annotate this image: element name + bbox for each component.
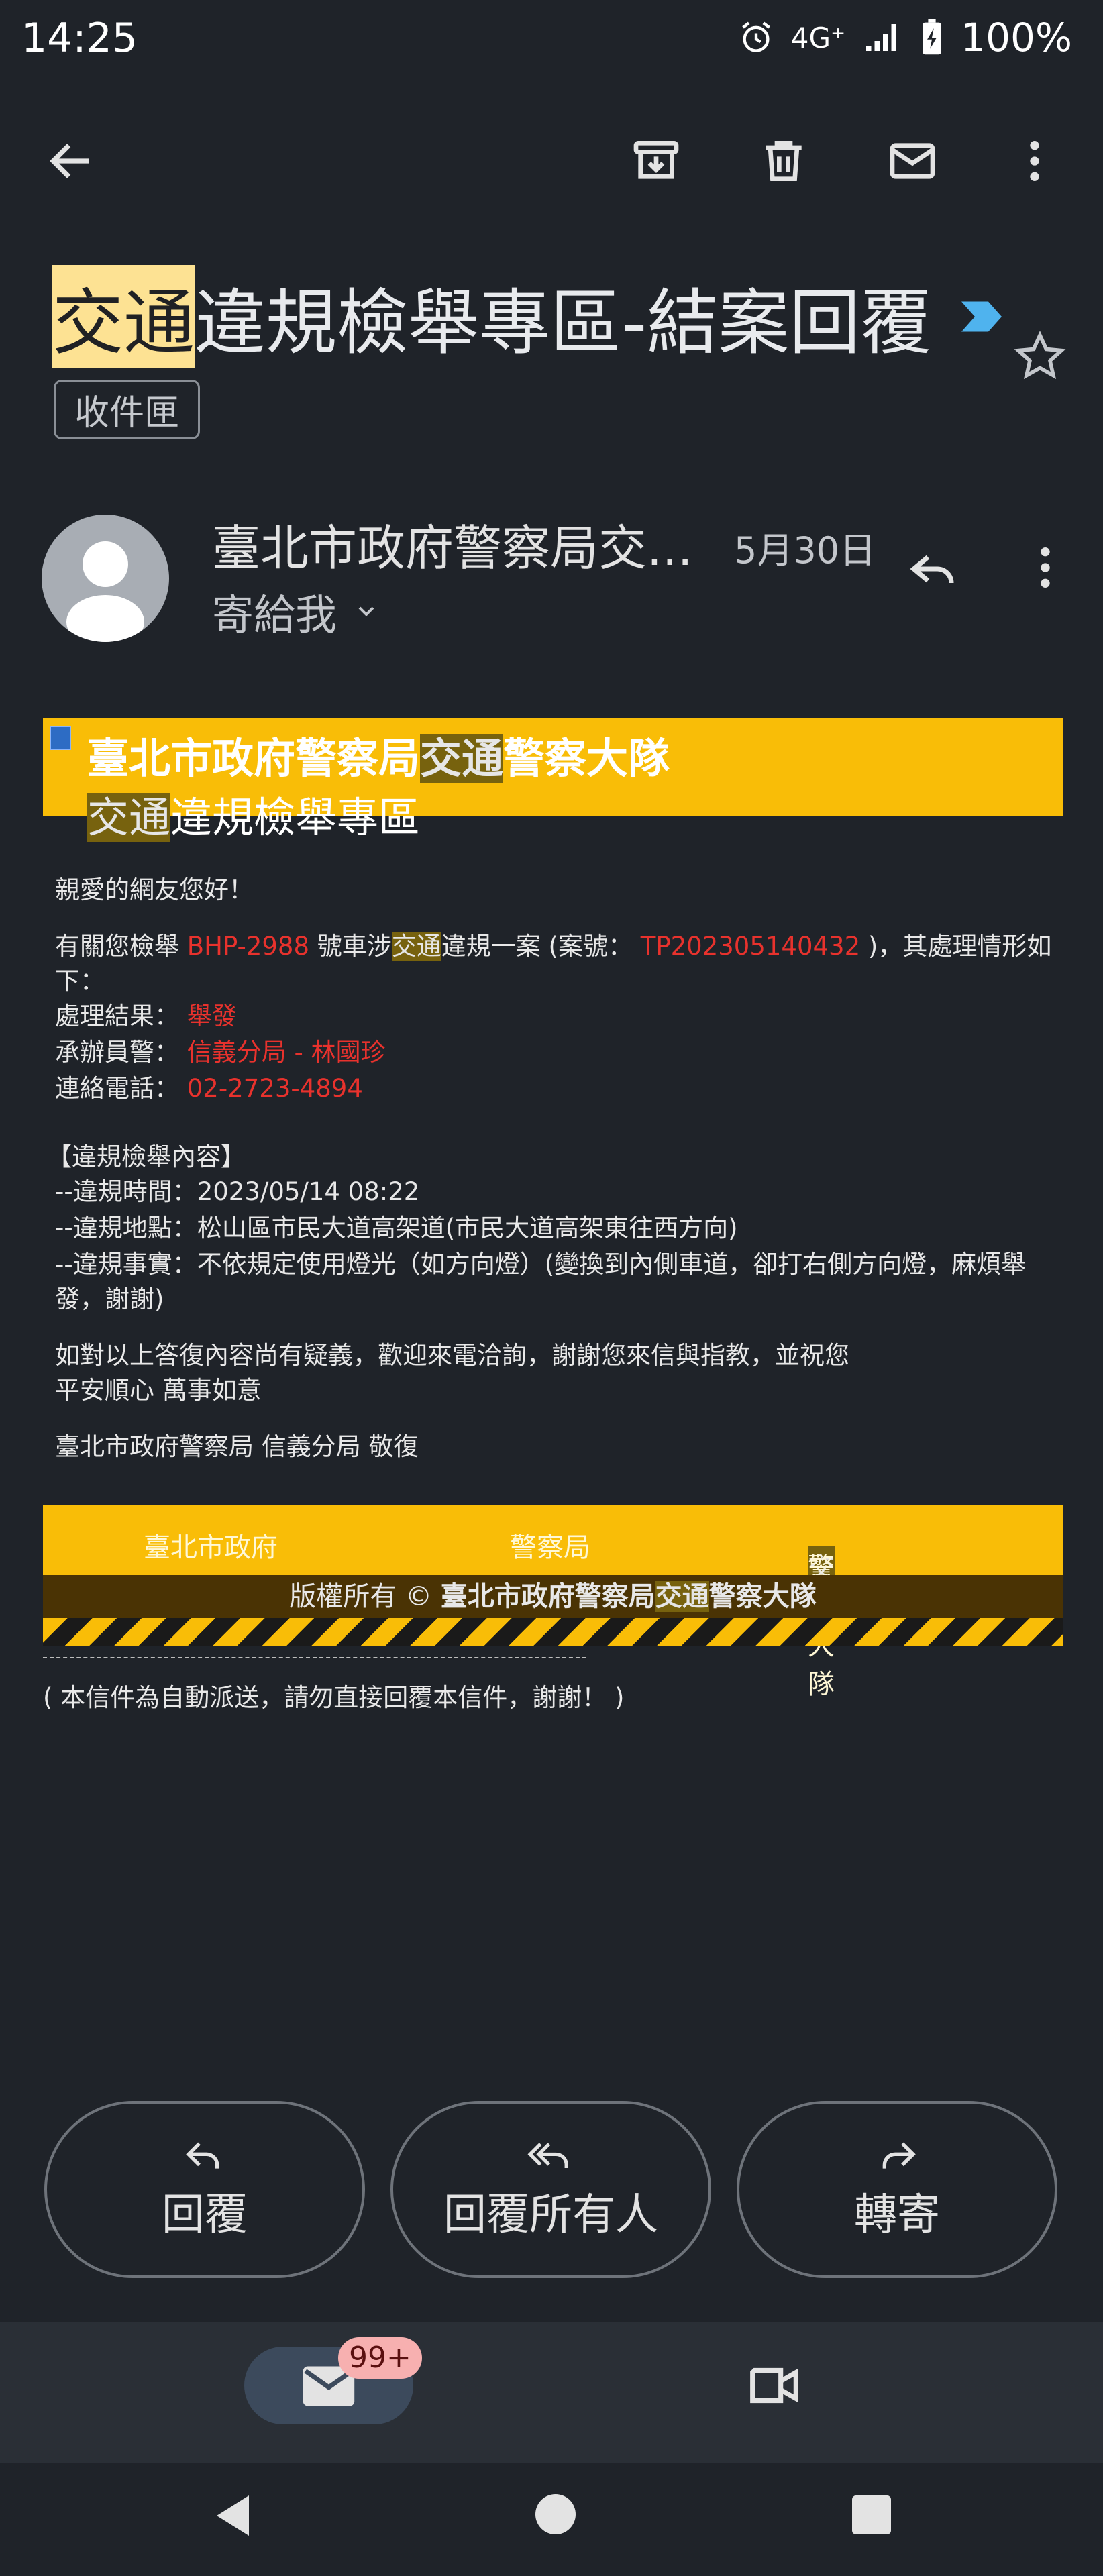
result-label: 處理結果： [55, 1002, 187, 1030]
officer-value: 信義分局 - 林國珍 [187, 1038, 386, 1067]
case-text-hl: 交通 [391, 932, 441, 961]
subject-text: 違規檢舉專區-結案回覆 [195, 282, 932, 364]
archive-icon[interactable] [629, 134, 683, 188]
violation-fact: --違規事實：不依規定使用燈光（如方向燈）(變換到內側車道，卻打右側方向燈，麻煩… [55, 1250, 1027, 1279]
banner-subtitle-hl: 交通 [87, 793, 171, 842]
case-text-c: 違規一案 (案號： [441, 932, 641, 961]
recipient-text: 寄給我 [212, 590, 337, 639]
meet-video-tab-icon[interactable] [746, 2360, 802, 2411]
case-text-b: 號車涉 [309, 932, 392, 961]
subject-highlight: 交通 [52, 265, 195, 368]
message-more-icon[interactable] [1018, 541, 1072, 594]
copyright-bar: 版權所有 © 臺北市政府警察局交通警察大隊 [43, 1575, 1063, 1618]
signal-icon [863, 20, 903, 55]
reply-label: 回覆 [162, 2190, 248, 2240]
inbox-label-chip[interactable]: 收件匣 [54, 380, 201, 439]
back-arrow-icon[interactable] [44, 134, 98, 188]
violation-time: --違規時間：2023/05/14 08:22 [55, 1177, 420, 1206]
more-vert-icon[interactable] [1008, 134, 1061, 188]
reply-icon[interactable] [904, 541, 961, 597]
reply-all-icon [527, 2137, 575, 2175]
copyright-org-hl: 交通 [655, 1581, 709, 1612]
reply-all-button[interactable]: 回覆所有人 [390, 2101, 711, 2278]
chevron-down-icon [353, 598, 380, 625]
case-paragraph-cont: 下： [55, 967, 105, 996]
closing-line2: 平安順心 萬事如意 [55, 1376, 262, 1405]
banner-subtitle-b: 違規檢舉專區 [170, 793, 421, 842]
copyright-text: 版權所有 © [289, 1581, 441, 1612]
result-line: 處理結果： 舉發 [55, 996, 237, 1032]
footer-link-city[interactable]: 臺北市政府 [144, 1525, 278, 1564]
hazard-stripes [43, 1618, 1063, 1646]
delete-icon[interactable] [757, 134, 810, 188]
closing-line1: 如對以上答復內容尚有疑義，歡迎來電洽詢，謝謝您來信與指教，並祝您 [55, 1341, 849, 1370]
greeting: 親愛的網友您好！ [55, 875, 254, 904]
officer-label: 承辦員警： [55, 1038, 187, 1067]
dashed-divider [43, 1657, 586, 1658]
alarm-icon [739, 20, 774, 55]
footer-link-police[interactable]: 警察局 [510, 1525, 590, 1564]
case-number: TP202305140432 [640, 932, 861, 961]
bottom-navigation [0, 2322, 1103, 2463]
sender-name[interactable]: 臺北市政府警察局交... [212, 508, 693, 579]
banner-title: 臺北市政府警察局交通警察大隊 [87, 724, 670, 785]
copyright-org-rest: 警察大隊 [708, 1581, 817, 1612]
broken-image-icon [50, 726, 71, 750]
phone-line: 連絡電話： 02-2723-4894 [55, 1068, 363, 1104]
reply-icon [183, 2137, 226, 2175]
sender-date: 5月30日 [734, 529, 876, 572]
network-type: 4G⁺ [790, 21, 846, 54]
forward-button[interactable]: 轉寄 [737, 2101, 1057, 2278]
copyright-org: 臺北市政府警察局 [440, 1581, 655, 1612]
reply-all-label: 回覆所有人 [443, 2190, 658, 2240]
email-footer-links: 臺北市政府 警察局 交通警察大隊 [43, 1505, 1063, 1700]
result-value: 舉發 [187, 1002, 237, 1030]
signature: 臺北市政府警察局 信義分局 敬復 [55, 1432, 419, 1461]
forward-label: 轉寄 [854, 2190, 940, 2240]
system-recents-icon[interactable] [852, 2496, 891, 2534]
plate-number: BHP-2988 [187, 932, 309, 961]
unread-badge: 99+ [338, 2337, 422, 2379]
system-home-icon[interactable] [535, 2494, 576, 2534]
recipient-toggle[interactable]: 寄給我 [212, 581, 380, 641]
case-paragraph: 有關您檢舉 BHP-2988 號車涉交通違規一案 (案號： TP20230514… [55, 926, 1051, 962]
battery-charging-icon [921, 19, 943, 56]
officer-line: 承辦員警： 信義分局 - 林國珍 [55, 1032, 386, 1068]
system-back-icon[interactable] [212, 2491, 254, 2540]
battery-percent: 100% [961, 15, 1072, 60]
status-time: 14:25 [21, 15, 138, 62]
case-text-a: 有關您檢舉 [55, 932, 187, 961]
banner-title-a: 臺北市政府警察局 [87, 734, 421, 783]
star-icon[interactable] [1012, 329, 1068, 385]
important-marker-icon[interactable] [958, 298, 1005, 335]
banner-subtitle: 交通違規檢舉專區 [87, 784, 420, 844]
violation-place: --違規地點：松山區市民大道高架道(市民大道高架東往西方向) [55, 1214, 738, 1242]
status-icons: 4G⁺ 100% [739, 15, 1072, 60]
email-header-banner: 臺北市政府警察局交通警察大隊 交通違規檢舉專區 [43, 718, 1063, 842]
phone-value[interactable]: 02-2723-4894 [187, 1074, 363, 1103]
banner-title-hl: 交通 [420, 734, 504, 783]
case-text-d: )，其處理情形如 [860, 932, 1052, 961]
email-subject: 交通 違規檢舉專區-結案回覆 [52, 265, 1005, 368]
banner-title-b: 警察大隊 [503, 734, 670, 783]
reply-button[interactable]: 回覆 [44, 2101, 365, 2278]
auto-send-note: ( 本信件為自動派送，請勿直接回覆本信件，謝謝！ ) [43, 1683, 625, 1712]
violation-fact-cont: 發，謝謝) [55, 1285, 164, 1313]
forward-icon [876, 2137, 918, 2175]
section-title: 【違規檢舉內容】 [47, 1142, 246, 1171]
mark-unread-mail-icon[interactable] [884, 134, 938, 188]
avatar[interactable] [42, 515, 169, 642]
phone-label: 連絡電話： [55, 1074, 187, 1103]
